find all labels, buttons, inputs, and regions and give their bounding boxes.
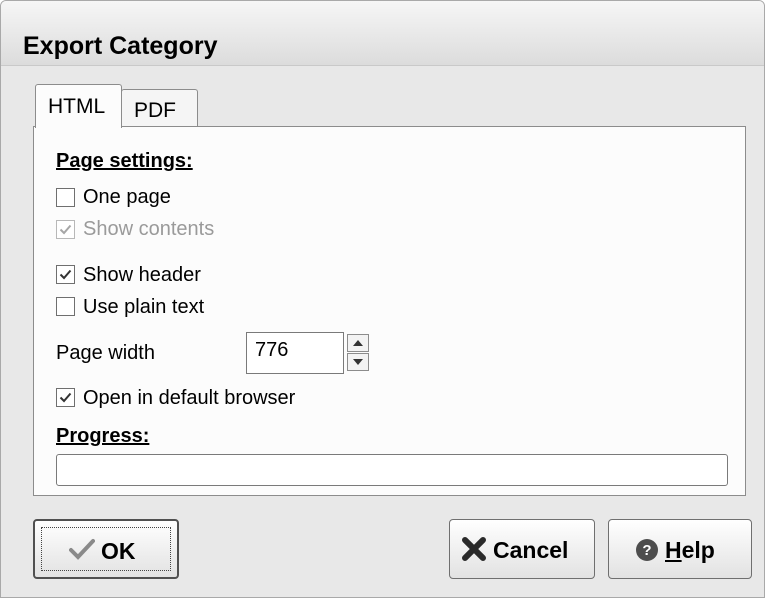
page-width-decrement-button[interactable] bbox=[347, 353, 369, 371]
checkmark-icon bbox=[69, 539, 95, 560]
open-in-browser-label[interactable]: Open in default browser bbox=[83, 387, 295, 410]
show-header-checkbox[interactable] bbox=[56, 265, 75, 284]
cancel-button-label: Cancel bbox=[493, 537, 569, 563]
x-icon bbox=[462, 537, 486, 561]
arrow-down-icon bbox=[353, 359, 363, 365]
ok-button-label: OK bbox=[101, 538, 136, 564]
show-contents-checkbox bbox=[56, 220, 75, 239]
one-page-checkbox[interactable] bbox=[56, 188, 75, 207]
ok-button[interactable]: OK bbox=[33, 519, 179, 579]
svg-text:?: ? bbox=[642, 542, 651, 559]
help-button[interactable]: ? Help bbox=[608, 519, 752, 579]
help-icon: ? bbox=[636, 539, 658, 561]
show-contents-label: Show contents bbox=[83, 218, 215, 240]
open-in-browser-checkbox[interactable] bbox=[56, 388, 75, 407]
progress-heading: Progress: bbox=[56, 425, 150, 447]
checkmark-icon bbox=[59, 224, 72, 235]
export-progress-bar bbox=[56, 454, 728, 486]
show-header-label[interactable]: Show header bbox=[83, 264, 201, 287]
arrow-up-icon bbox=[353, 340, 363, 346]
export-category-dialog: Export Category HTML PDF Page settings: … bbox=[0, 0, 765, 598]
page-width-input[interactable]: 776 bbox=[246, 332, 344, 374]
cancel-button[interactable]: Cancel bbox=[449, 519, 595, 579]
help-button-label: Help bbox=[665, 537, 715, 563]
page-width-increment-button[interactable] bbox=[347, 334, 369, 352]
one-page-label[interactable]: One page bbox=[83, 186, 171, 209]
page-width-label: Page width bbox=[56, 342, 155, 364]
use-plain-text-label[interactable]: Use plain text bbox=[83, 296, 204, 319]
page-settings-heading: Page settings: bbox=[56, 150, 193, 172]
checkmark-icon bbox=[59, 269, 72, 280]
use-plain-text-checkbox[interactable] bbox=[56, 297, 75, 316]
checkmark-icon bbox=[59, 392, 72, 403]
